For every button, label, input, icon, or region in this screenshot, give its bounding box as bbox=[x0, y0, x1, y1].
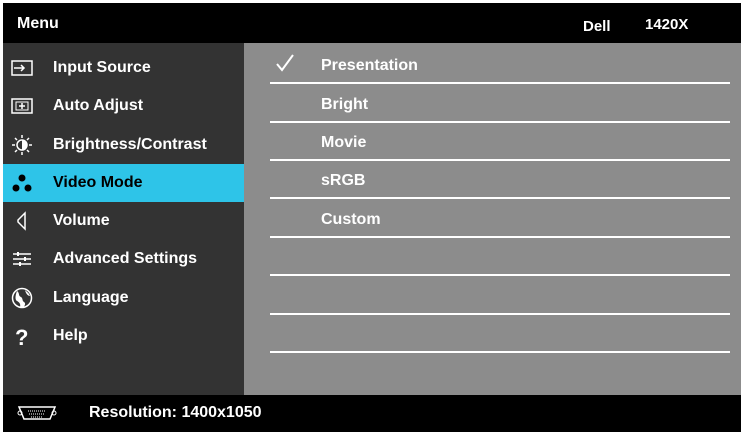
sidebar-item-label: Brightness/Contrast bbox=[53, 136, 207, 153]
option-empty bbox=[270, 315, 730, 353]
globe-icon bbox=[11, 287, 33, 309]
option-movie[interactable]: Movie bbox=[270, 123, 730, 161]
sidebar-item-input-source[interactable]: Input Source bbox=[3, 49, 244, 87]
resolution-label: Resolution: 1400x1050 bbox=[89, 404, 262, 421]
svg-text:?: ? bbox=[15, 325, 28, 347]
sidebar-item-label: Volume bbox=[53, 212, 110, 229]
video-mode-icon bbox=[12, 174, 32, 192]
sidebar-item-video-mode[interactable]: Video Mode bbox=[3, 164, 244, 202]
input-source-icon bbox=[11, 60, 33, 76]
sidebar-item-label: Input Source bbox=[53, 59, 151, 76]
sidebar-item-label: Language bbox=[53, 289, 129, 306]
sidebar-item-auto-adjust[interactable]: Auto Adjust bbox=[3, 87, 244, 125]
header-bar: Menu Dell 1420X bbox=[3, 3, 741, 43]
sidebar-menu: Input Source Auto Adjust Brightness/Cont… bbox=[3, 43, 244, 395]
row-divider bbox=[270, 82, 730, 84]
option-custom[interactable]: Custom bbox=[270, 200, 730, 238]
row-divider bbox=[270, 274, 730, 276]
sidebar-item-language[interactable]: Language bbox=[3, 279, 244, 317]
auto-adjust-icon bbox=[11, 98, 33, 114]
option-label: Bright bbox=[321, 96, 369, 113]
sidebar-item-label: Video Mode bbox=[53, 174, 143, 191]
option-label: Custom bbox=[321, 211, 381, 228]
model-label: 1420X bbox=[645, 16, 689, 33]
option-label: Movie bbox=[321, 134, 367, 151]
sidebar-item-help[interactable]: ? Help bbox=[3, 317, 244, 355]
row-divider bbox=[270, 351, 730, 353]
option-label: sRGB bbox=[321, 172, 366, 189]
sidebar-item-brightness-contrast[interactable]: Brightness/Contrast bbox=[3, 126, 244, 164]
status-bar: Resolution: 1400x1050 bbox=[3, 395, 741, 432]
option-srgb[interactable]: sRGB bbox=[270, 161, 730, 199]
option-empty bbox=[270, 238, 730, 276]
sidebar-item-advanced-settings[interactable]: Advanced Settings bbox=[3, 240, 244, 278]
sidebar-item-label: Auto Adjust bbox=[53, 97, 144, 114]
help-icon: ? bbox=[15, 325, 28, 347]
volume-icon bbox=[17, 211, 26, 231]
advanced-settings-icon bbox=[13, 252, 31, 266]
video-mode-panel: Presentation Bright Movie sRGB Custom bbox=[244, 43, 741, 395]
menu-title: Menu bbox=[17, 15, 59, 32]
sidebar-item-label: Help bbox=[53, 327, 88, 344]
option-bright[interactable]: Bright bbox=[270, 85, 730, 123]
brightness-icon bbox=[12, 135, 32, 155]
checkmark-icon bbox=[276, 54, 294, 72]
sidebar-item-volume[interactable]: Volume bbox=[3, 202, 244, 240]
projector-osd: Menu Dell 1420X Input Source Auto Adjust bbox=[3, 3, 741, 432]
option-label: Presentation bbox=[321, 57, 418, 74]
option-presentation[interactable]: Presentation bbox=[270, 46, 730, 84]
option-empty bbox=[270, 277, 730, 315]
sidebar-item-label: Advanced Settings bbox=[53, 250, 198, 267]
row-divider bbox=[270, 197, 730, 199]
vga-connector-icon bbox=[17, 406, 57, 420]
brand-label: Dell bbox=[583, 18, 611, 35]
